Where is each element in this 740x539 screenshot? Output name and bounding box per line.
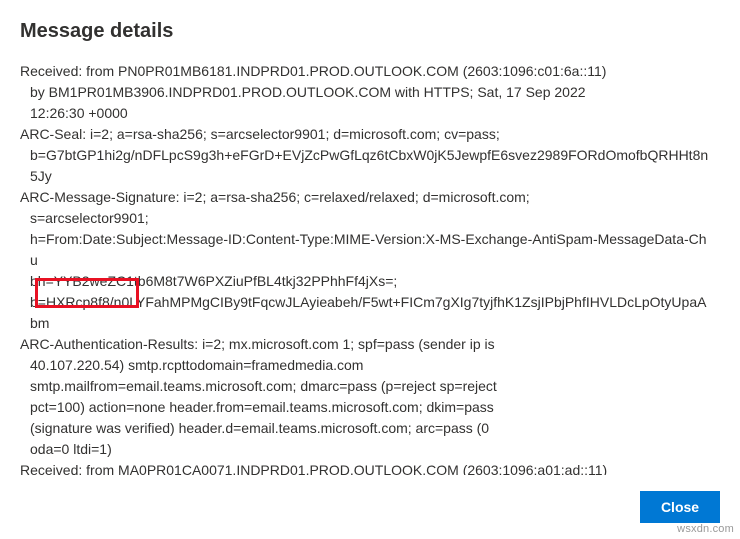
header-line: b=HXRcp8f8/n0LYFahMPMgCIBy9tFqcwJLAyieab…: [20, 292, 714, 334]
header-line: 40.107.220.54) smtp.rcpttodomain=framedm…: [20, 355, 714, 376]
header-line: by BM1PR01MB3906.INDPRD01.PROD.OUTLOOK.C…: [20, 82, 714, 103]
watermark-text: wsxdn.com: [677, 523, 734, 535]
dialog-footer: Close: [20, 485, 720, 539]
content-wrapper: Received: from PN0PR01MB6181.INDPRD01.PR…: [20, 61, 720, 475]
header-line: Received: from PN0PR01MB6181.INDPRD01.PR…: [20, 61, 714, 82]
header-line: bh=YYB2weZC1tb6M8t7W6PXZiuPfBL4tkj32PPhh…: [20, 271, 714, 292]
header-line: Received: from MA0PR01CA0071.INDPRD01.PR…: [20, 460, 714, 475]
header-line: s=arcselector9901;: [20, 208, 714, 229]
header-line: (signature was verified) header.d=email.…: [20, 418, 714, 439]
header-line: b=G7btGP1hi2g/nDFLpcS9g3h+eFGrD+EVjZcPwG…: [20, 145, 714, 187]
message-headers-text[interactable]: Received: from PN0PR01MB6181.INDPRD01.PR…: [20, 61, 720, 475]
header-line: oda=0 ltdi=1): [20, 439, 714, 460]
header-line: ARC-Authentication-Results: i=2; mx.micr…: [20, 334, 714, 355]
header-line: ARC-Seal: i=2; a=rsa-sha256; s=arcselect…: [20, 124, 714, 145]
header-line: h=From:Date:Subject:Message-ID:Content-T…: [20, 229, 714, 271]
dialog-title: Message details: [20, 20, 720, 43]
header-line: smtp.mailfrom=email.teams.microsoft.com;…: [20, 376, 714, 397]
header-line: 12:26:30 +0000: [20, 103, 714, 124]
close-button[interactable]: Close: [640, 491, 720, 523]
message-details-dialog: Message details Received: from PN0PR01MB…: [0, 0, 740, 539]
header-line: pct=100) action=none header.from=email.t…: [20, 397, 714, 418]
header-line: ARC-Message-Signature: i=2; a=rsa-sha256…: [20, 187, 714, 208]
